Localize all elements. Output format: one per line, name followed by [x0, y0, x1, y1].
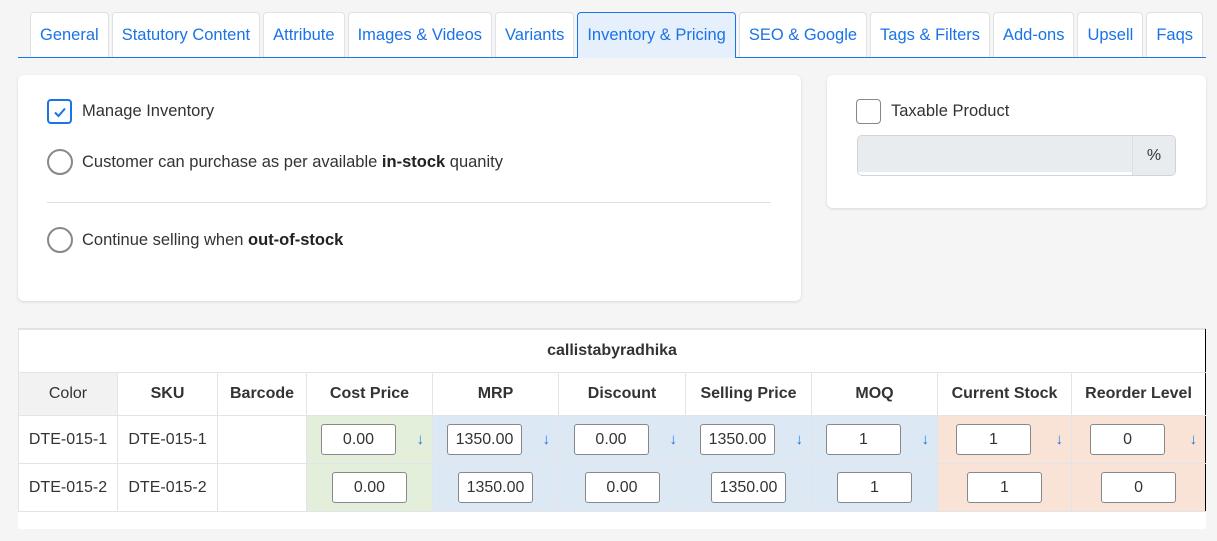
col-cost-price: Cost Price [306, 372, 433, 416]
color-cell: DTE-015-1 [18, 415, 118, 464]
in-stock-label-bold: in-stock [381, 152, 446, 171]
barcode-cell [217, 463, 307, 512]
tab-add-ons[interactable]: Add-ons [993, 12, 1075, 57]
mrp-input[interactable] [447, 424, 522, 455]
moq-input[interactable] [837, 472, 912, 503]
out-of-stock-radio[interactable] [47, 227, 73, 253]
arrow-down-icon[interactable]: ↓ [670, 431, 678, 448]
tab-general[interactable]: General [30, 12, 109, 57]
tab-variants[interactable]: Variants [495, 12, 575, 57]
manage-inventory-row: Manage Inventory [47, 99, 214, 124]
in-stock-label-suffix: quanity [445, 152, 503, 171]
table-row: DTE-015-1 DTE-015-1 ↓ ↓ ↓ ↓ ↓ ↓ ↓ [18, 415, 1207, 464]
arrow-down-icon[interactable]: ↓ [417, 431, 425, 448]
manage-inventory-checkbox[interactable] [47, 99, 72, 124]
taxable-row: Taxable Product [856, 99, 1009, 124]
sku-cell: DTE-015-2 [117, 463, 218, 512]
discount-input[interactable] [573, 424, 649, 455]
col-reorder-level: Reorder Level [1070, 372, 1207, 416]
tax-card: Taxable Product % [827, 75, 1206, 208]
current-stock-input[interactable] [967, 472, 1042, 503]
color-cell: DTE-015-2 [18, 463, 118, 512]
col-mrp: MRP [432, 372, 559, 416]
tab-attribute[interactable]: Attribute [263, 12, 345, 57]
arrow-down-icon[interactable]: ↓ [543, 431, 551, 448]
tab-tags-filters[interactable]: Tags & Filters [870, 12, 990, 57]
arrow-down-icon[interactable]: ↓ [796, 431, 804, 448]
col-barcode: Barcode [217, 372, 307, 416]
table-row: DTE-015-2 DTE-015-2 [18, 463, 1207, 512]
col-color: Color [18, 372, 118, 416]
cost-price-input[interactable] [332, 472, 407, 503]
tab-statutory-content[interactable]: Statutory Content [111, 12, 261, 57]
taxable-product-checkbox[interactable] [856, 99, 881, 124]
discount-input[interactable] [584, 472, 660, 503]
tab-images-videos[interactable]: Images & Videos [347, 12, 493, 57]
percent-addon: % [1132, 136, 1175, 175]
table-title: callistabyradhika [17, 329, 1207, 373]
tab-faqs[interactable]: Faqs [1146, 12, 1204, 57]
cost-price-input[interactable] [321, 424, 396, 455]
tab-seo-google[interactable]: SEO & Google [738, 12, 868, 57]
arrow-down-icon[interactable]: ↓ [922, 431, 930, 448]
moq-input[interactable] [826, 424, 901, 455]
in-stock-label: Customer can purchase as per available i… [82, 153, 503, 172]
selling-price-input[interactable] [700, 424, 775, 455]
tab-inventory-pricing[interactable]: Inventory & Pricing [577, 12, 736, 58]
tax-percent-input[interactable] [858, 136, 1132, 175]
reorder-level-input[interactable] [1090, 424, 1166, 455]
col-moq: MOQ [811, 372, 938, 416]
tab-bar: General Statutory Content Attribute Imag… [18, 12, 1206, 58]
reorder-level-input[interactable] [1101, 472, 1177, 503]
out-of-stock-option: Continue selling when out-of-stock [47, 227, 343, 253]
out-of-stock-label-bold: out-of-stock [248, 230, 344, 249]
sku-cell: DTE-015-1 [117, 415, 218, 464]
in-stock-label-prefix: Customer can purchase as per available [82, 152, 382, 171]
in-stock-option: Customer can purchase as per available i… [47, 149, 503, 175]
out-of-stock-label: Continue selling when out-of-stock [82, 231, 343, 250]
current-stock-input[interactable] [956, 424, 1031, 455]
tax-percent-group: % [857, 135, 1176, 176]
tab-upsell[interactable]: Upsell [1077, 12, 1144, 57]
in-stock-radio[interactable] [47, 149, 73, 175]
taxable-product-label: Taxable Product [891, 102, 1010, 120]
out-of-stock-label-prefix: Continue selling when [82, 230, 249, 249]
check-icon [53, 107, 66, 117]
arrow-down-icon[interactable]: ↓ [1190, 431, 1198, 448]
col-sku: SKU [117, 372, 218, 416]
col-current-stock: Current Stock [937, 372, 1072, 416]
barcode-cell [217, 415, 307, 464]
arrow-down-icon[interactable]: ↓ [1056, 431, 1064, 448]
selling-price-input[interactable] [711, 472, 786, 503]
col-discount: Discount [558, 372, 686, 416]
mrp-input[interactable] [458, 472, 533, 503]
variant-pricing-table: callistabyradhika Color SKU Barcode Cost… [17, 328, 1207, 529]
manage-inventory-label: Manage Inventory [82, 102, 215, 120]
inventory-card: Manage Inventory Customer can purchase a… [18, 75, 801, 301]
divider [47, 202, 771, 203]
col-selling-price: Selling Price [685, 372, 812, 416]
